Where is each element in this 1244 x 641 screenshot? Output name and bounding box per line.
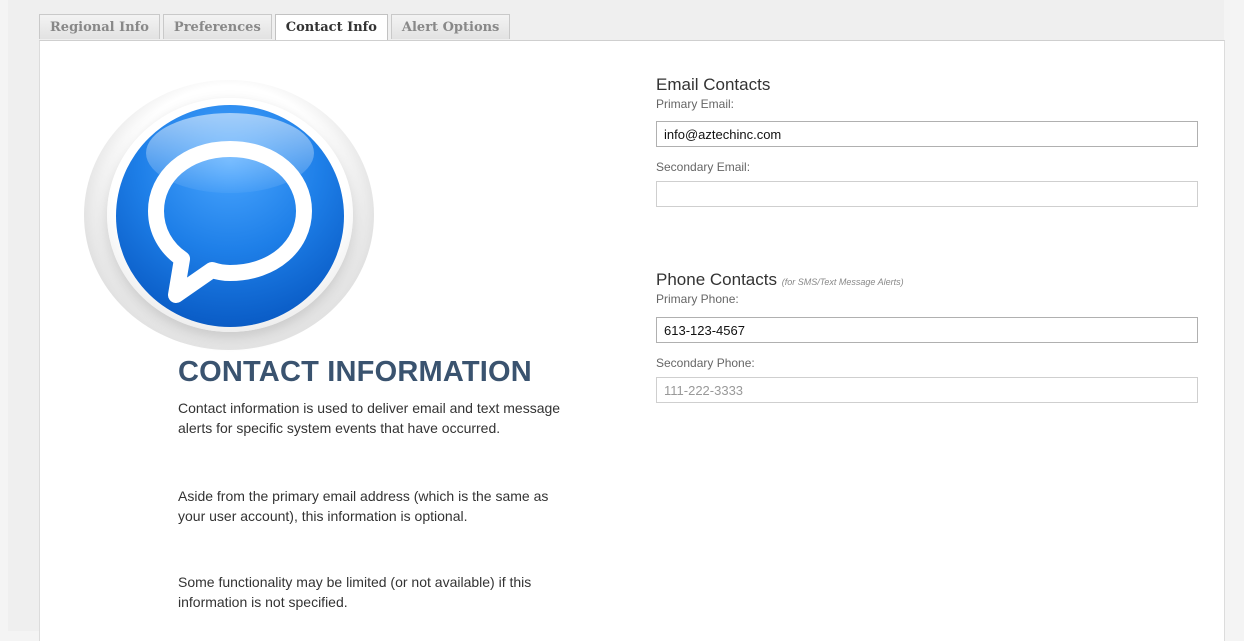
tab-contact-info[interactable]: Contact Info — [274, 14, 388, 41]
tab-alert-options[interactable]: Alert Options — [390, 14, 511, 39]
icon-ball — [116, 105, 344, 327]
description-paragraph-2: Aside from the primary email address (wh… — [178, 488, 549, 524]
tab-preferences[interactable]: Preferences — [162, 14, 272, 39]
primary-email-field[interactable] — [656, 121, 1198, 147]
tab-regional-info[interactable]: Regional Info — [39, 14, 160, 39]
description-paragraph-3: Some functionality may be limited (or no… — [178, 574, 532, 610]
primary-phone-field[interactable] — [656, 317, 1198, 343]
page-margin — [1224, 0, 1238, 631]
phone-contacts-heading: Phone Contacts (for SMS/Text Message Ale… — [656, 270, 904, 290]
primary-email-label: Primary Email: — [656, 97, 735, 111]
speech-bubble-icon — [80, 80, 380, 350]
secondary-email-field[interactable] — [656, 181, 1198, 207]
phone-contacts-title: Phone Contacts — [656, 270, 777, 289]
email-contacts-heading: Email Contacts — [656, 75, 771, 94]
page-title: CONTACT INFORMATION — [178, 356, 532, 388]
secondary-phone-field[interactable] — [656, 377, 1198, 403]
tab-bar: Regional Info Preferences Contact Info A… — [39, 14, 511, 41]
description-paragraph-1: Contact information is used to deliver e… — [178, 400, 561, 436]
phone-contacts-note: (for SMS/Text Message Alerts) — [781, 277, 904, 287]
primary-phone-label: Primary Phone: — [656, 292, 739, 306]
secondary-email-label: Secondary Email: — [656, 160, 751, 174]
chat-bubble-glyph — [148, 141, 312, 303]
secondary-phone-label: Secondary Phone: — [656, 356, 755, 370]
